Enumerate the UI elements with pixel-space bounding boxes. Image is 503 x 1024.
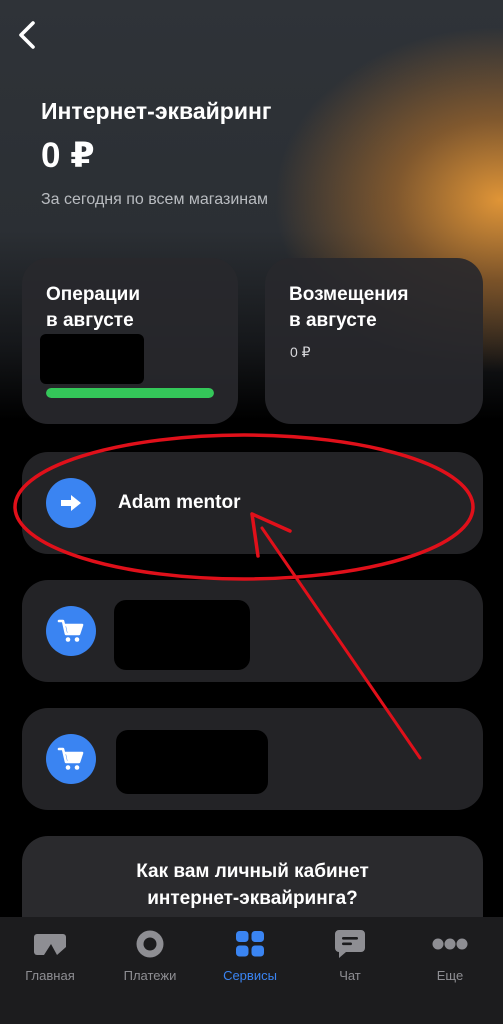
page-title: Интернет-эквайринг	[41, 98, 272, 124]
total-amount: 0 ₽	[41, 136, 95, 175]
store-icon	[46, 478, 96, 528]
tab-label: Сервисы	[223, 968, 277, 983]
store-label: Adam mentor	[118, 492, 241, 513]
bottom-tab-bar: Главная Платежи Сервисы Чат Еще	[0, 917, 503, 1024]
chevron-left-icon	[19, 21, 35, 49]
survey-question: Как вам личный кабинет интернет-эквайрин…	[136, 861, 369, 909]
tab-home[interactable]: Главная	[0, 929, 100, 983]
redacted-value	[40, 334, 144, 384]
cart-icon	[57, 619, 84, 642]
page-subtitle: За сегодня по всем магазинам	[41, 191, 268, 208]
refunds-value: 0 ₽	[290, 344, 311, 360]
payments-circle-icon	[136, 930, 164, 958]
more-dots-icon	[432, 938, 468, 950]
redacted-store-name	[116, 730, 268, 794]
redacted-store-name	[114, 600, 250, 670]
back-button[interactable]	[10, 18, 44, 52]
operations-card[interactable]: Операции в августе	[22, 258, 238, 424]
store-icon	[46, 606, 96, 656]
refunds-card-title: Возмещения в августе	[289, 284, 409, 331]
tab-label: Платежи	[123, 968, 177, 983]
home-card-icon	[34, 934, 66, 955]
store-icon	[46, 734, 96, 784]
store-row-2[interactable]	[22, 580, 483, 682]
tab-label: Чат	[339, 968, 361, 983]
chat-bubble-icon	[335, 930, 365, 958]
operations-card-title: Операции в августе	[46, 284, 141, 331]
store-row-3[interactable]	[22, 708, 483, 810]
tab-payments[interactable]: Платежи	[100, 929, 200, 983]
tab-more[interactable]: Еще	[400, 929, 500, 983]
tab-services[interactable]: Сервисы	[200, 929, 300, 983]
arrow-right-icon	[61, 495, 81, 511]
tab-label: Главная	[25, 968, 75, 983]
refunds-card[interactable]: Возмещения в августе 0 ₽	[265, 258, 483, 424]
operations-progress-bar	[46, 388, 214, 398]
operations-progress-fill	[46, 388, 214, 398]
store-row-adam-mentor[interactable]: Adam mentor	[22, 452, 483, 554]
tab-label: Еще	[436, 968, 464, 983]
services-grid-icon	[236, 931, 264, 957]
tab-chat[interactable]: Чат	[300, 929, 400, 983]
cart-icon	[57, 747, 84, 770]
